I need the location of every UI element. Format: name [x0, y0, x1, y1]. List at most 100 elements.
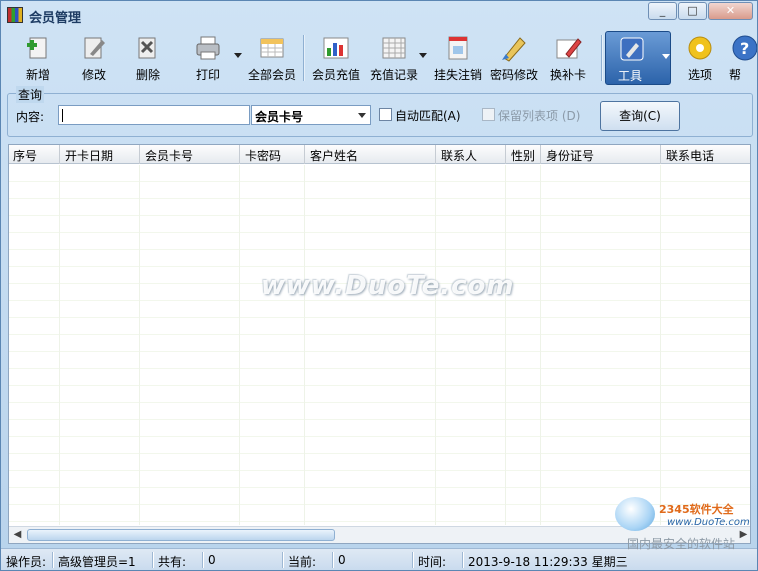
close-button[interactable]: ✕ [708, 2, 753, 20]
column-divider[interactable] [304, 145, 305, 164]
edit-icon [84, 37, 105, 59]
column-header-index[interactable]: 序号 [13, 147, 37, 164]
content-label: 内容: [16, 110, 45, 124]
column-header-customer-name[interactable]: 客户姓名 [310, 147, 358, 164]
time-value: 2013-9-18 11:29:33 星期三 [468, 555, 628, 569]
printer-icon [196, 36, 220, 60]
search-button[interactable]: 查询(C) [600, 101, 680, 131]
print-button[interactable]: 打印 [179, 31, 237, 85]
status-divider [152, 552, 153, 568]
toolbar-separator [601, 35, 602, 81]
keep-columns-label: 保留列表项 (D) [498, 109, 581, 123]
current-label: 当前: [288, 555, 317, 569]
table-body[interactable] [9, 165, 750, 525]
table-header: 序号 开卡日期 会员卡号 卡密码 客户姓名 联系人 性别 身份证号 联系电话 [9, 145, 750, 164]
title-bar[interactable]: 会员管理 _ □ ✕ [1, 1, 757, 29]
text-caret [62, 109, 63, 122]
status-divider [332, 552, 333, 568]
column-header-card-number[interactable]: 会员卡号 [145, 147, 193, 164]
column-divider[interactable] [435, 145, 436, 164]
field-select-value: 会员卡号 [255, 110, 304, 124]
recharge-log-button[interactable]: 充值记录 [365, 31, 423, 85]
column-header-phone[interactable]: 联系电话 [666, 147, 714, 164]
tools-dropdown-arrow[interactable] [662, 54, 670, 59]
replace-card-label: 换补卡 [549, 68, 586, 82]
grid-line [239, 165, 240, 525]
column-divider[interactable] [540, 145, 541, 164]
options-label: 选项 [687, 68, 712, 82]
column-divider[interactable] [59, 145, 60, 164]
status-divider [412, 552, 413, 568]
tools-icon [620, 37, 644, 61]
grid-line [540, 165, 541, 525]
recharge-log-dropdown-arrow[interactable] [419, 53, 427, 58]
add-user-icon [27, 37, 47, 59]
mascot-icon [615, 497, 655, 531]
tools-label: 工具 [617, 69, 642, 83]
recharge-button[interactable]: 会员充值 [307, 31, 365, 85]
grid-line [505, 165, 506, 525]
member-table[interactable]: 序号 开卡日期 会员卡号 卡密码 客户姓名 联系人 性别 身份证号 联系电话 ◀… [8, 144, 751, 544]
current-value: 0 [338, 553, 346, 567]
print-dropdown-arrow[interactable] [234, 53, 242, 58]
minimize-button[interactable]: _ [648, 2, 677, 20]
options-button[interactable]: 选项 [671, 31, 729, 85]
content-input[interactable] [58, 105, 250, 125]
column-header-open-date[interactable]: 开卡日期 [65, 147, 113, 164]
watermark: www.DuoTe.com [261, 271, 515, 301]
grid-line [660, 165, 661, 525]
status-divider [282, 552, 283, 568]
column-header-contact[interactable]: 联系人 [441, 147, 477, 164]
status-divider [52, 552, 53, 568]
time-label: 时间: [418, 555, 447, 569]
svg-text:?: ? [740, 39, 749, 58]
toolbar: 新增 修改 删除 打印 全部会员 会员充值 充值记录 挂失注销 密码修改 换补卡… [5, 31, 757, 85]
app-window: 会员管理 _ □ ✕ 新增 修改 删除 打印 全部会员 会员充值 充值记录 挂失… [0, 0, 758, 571]
gear-icon [688, 36, 712, 60]
status-divider [462, 552, 463, 568]
recharge-log-label: 充值记录 [369, 68, 418, 82]
grid-line [139, 165, 140, 525]
logo-url: www.DuoTe.com [667, 517, 750, 528]
grid-line [59, 165, 60, 525]
total-value: 0 [208, 553, 216, 567]
operator-value: 高级管理员=1 [58, 555, 136, 569]
query-group: 查询 内容: 会员卡号 自动匹配(A) 保留列表项 (D) 查询(C) [7, 86, 753, 137]
window-controls: _ □ ✕ [647, 2, 753, 20]
total-label: 共有: [158, 555, 187, 569]
status-divider [202, 552, 203, 568]
column-header-card-password[interactable]: 卡密码 [245, 147, 281, 164]
grid-line [304, 165, 305, 525]
all-members-button[interactable]: 全部会员 [243, 31, 301, 85]
maximize-button[interactable]: □ [678, 2, 707, 20]
logo-brand: 2345软件大全 [659, 503, 734, 516]
auto-match-checkbox[interactable] [379, 108, 392, 121]
replace-card-button[interactable]: 换补卡 [539, 31, 597, 85]
chevron-down-icon [358, 113, 366, 118]
all-members-label: 全部会员 [247, 68, 296, 82]
help-button[interactable]: ? 帮 [727, 31, 757, 85]
delete-icon [138, 37, 156, 59]
tools-button[interactable]: 工具 [605, 31, 671, 85]
site-logo-overlay: 2345软件大全 www.DuoTe.com 国内最安全的软件站 [613, 491, 758, 551]
column-header-gender[interactable]: 性别 [511, 147, 535, 164]
grid-line [435, 165, 436, 525]
pencil-icon [502, 37, 526, 62]
logo-slogan: 国内最安全的软件站 [627, 537, 736, 551]
column-divider[interactable] [139, 145, 140, 164]
delete-button[interactable]: 删除 [119, 31, 177, 85]
keep-columns-checkbox[interactable] [482, 108, 495, 121]
scroll-left-arrow-icon[interactable]: ◀ [9, 527, 26, 543]
column-header-id-number[interactable]: 身份证号 [546, 147, 594, 164]
field-select[interactable]: 会员卡号 [251, 105, 371, 125]
card-edit-icon [556, 38, 582, 59]
auto-match-label[interactable]: 自动匹配(A) [395, 107, 461, 124]
help-label: 帮 [729, 68, 742, 82]
help-icon: ? [732, 35, 757, 61]
scrollbar-thumb[interactable] [27, 529, 335, 541]
column-divider[interactable] [239, 145, 240, 164]
grid-icon [382, 37, 406, 59]
column-divider[interactable] [660, 145, 661, 164]
column-divider[interactable] [505, 145, 506, 164]
bar-chart-icon [323, 37, 349, 59]
